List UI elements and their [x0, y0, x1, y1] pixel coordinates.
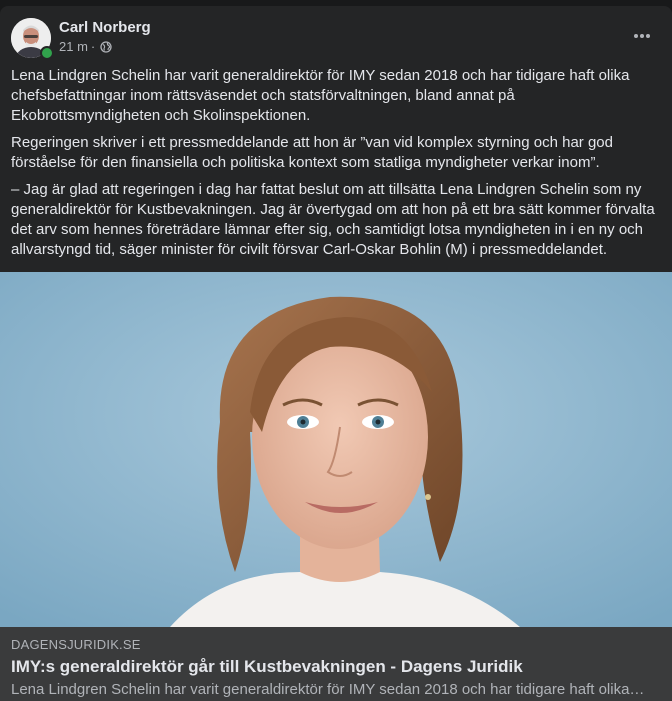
link-description: Lena Lindgren Schelin har varit generald… [11, 681, 645, 698]
post-meta: 21 m · [59, 39, 112, 55]
link-domain: DAGENSJURIDIK.SE [11, 637, 141, 652]
link-title[interactable]: IMY:s generaldirektör går till Kustbevak… [11, 657, 523, 677]
meta-separator: · [90, 39, 96, 54]
globe-icon [100, 41, 112, 53]
more-icon [634, 34, 650, 38]
post-paragraph-1: Lena Lindgren Schelin har varit generald… [11, 67, 630, 124]
portrait-photo [0, 272, 672, 627]
post-header: Carl Norberg 21 m · [0, 6, 672, 66]
post-text: Lena Lindgren Schelin har varit generald… [11, 66, 663, 267]
link-preview-image[interactable] [0, 272, 672, 627]
post-card: Carl Norberg 21 m · Lena Lindgren Scheli… [0, 6, 672, 701]
online-status-dot [40, 46, 54, 60]
post-paragraph-2: Regeringen skriver i ett pressmeddelande… [11, 134, 613, 171]
post-paragraph-3: – Jag är glad att regeringen i dag har f… [11, 181, 655, 258]
link-preview[interactable]: DAGENSJURIDIK.SE IMY:s generaldirektör g… [0, 627, 672, 701]
more-options-button[interactable] [626, 22, 658, 50]
author-name[interactable]: Carl Norberg [59, 19, 151, 37]
post-time[interactable]: 21 m [59, 39, 88, 55]
